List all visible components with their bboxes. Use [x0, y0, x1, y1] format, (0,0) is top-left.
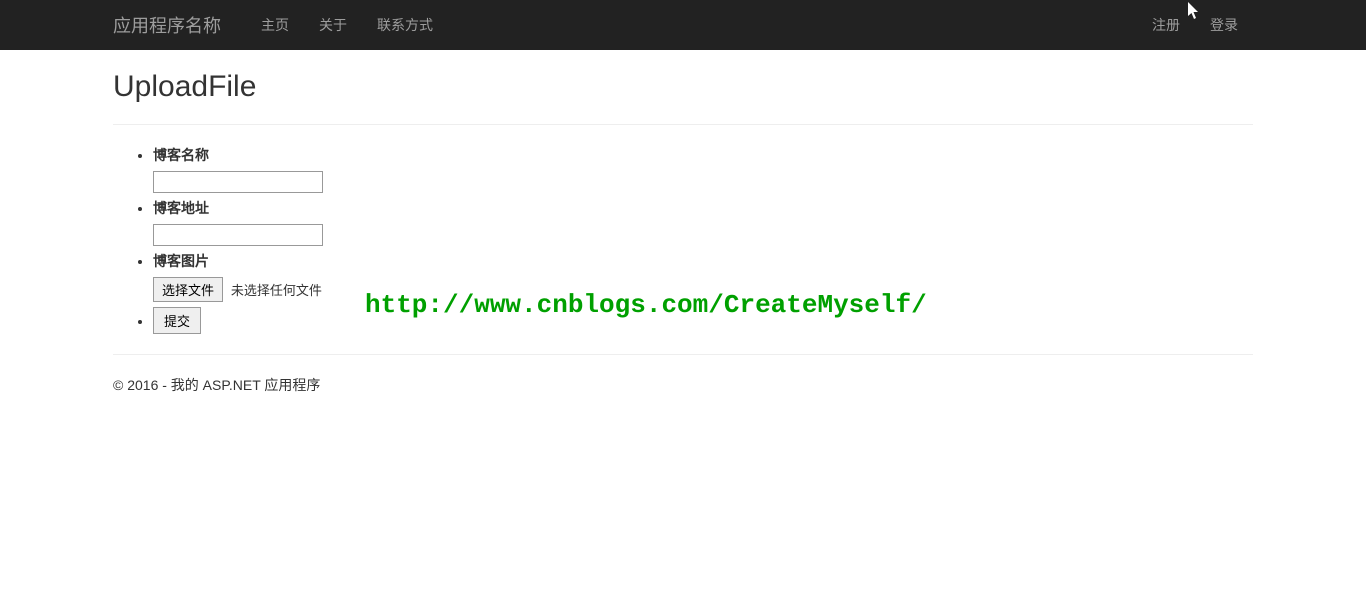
- navbar-brand[interactable]: 应用程序名称: [113, 12, 236, 38]
- footer-text: © 2016 - 我的 ASP.NET 应用程序: [113, 375, 1253, 395]
- divider-top: [113, 124, 1253, 125]
- form-item-blog-address: 博客地址: [153, 198, 1253, 246]
- blog-address-label: 博客地址: [153, 198, 1253, 219]
- footer: © 2016 - 我的 ASP.NET 应用程序: [113, 375, 1253, 415]
- nav-link-login[interactable]: 登录: [1195, 15, 1253, 35]
- choose-file-button[interactable]: 选择文件: [153, 277, 223, 302]
- divider-bottom: [113, 354, 1253, 355]
- navbar-top: 应用程序名称 主页 关于 联系方式 注册 登录: [0, 0, 1366, 50]
- page-title: UploadFile: [113, 70, 1253, 104]
- blog-image-label: 博客图片: [153, 251, 1253, 272]
- form-item-blog-name: 博客名称: [153, 145, 1253, 193]
- blog-name-label: 博客名称: [153, 145, 1253, 166]
- blog-name-input[interactable]: [153, 171, 323, 193]
- navbar-left: 应用程序名称 主页 关于 联系方式: [113, 12, 448, 38]
- blog-address-input[interactable]: [153, 224, 323, 246]
- file-status-text: 未选择任何文件: [231, 283, 322, 298]
- submit-button[interactable]: 提交: [153, 307, 201, 334]
- navbar-inner: 应用程序名称 主页 关于 联系方式 注册 登录: [98, 12, 1268, 38]
- nav-link-contact[interactable]: 联系方式: [377, 17, 433, 33]
- nav-link-home[interactable]: 主页: [261, 17, 289, 33]
- navbar-right: 注册 登录: [1137, 15, 1253, 35]
- main-container: UploadFile 博客名称 博客地址 博客图片 选择文件 未选择任何文件 提…: [98, 70, 1268, 415]
- nav-link-about[interactable]: 关于: [319, 17, 347, 33]
- nav-link-register[interactable]: 注册: [1137, 15, 1195, 35]
- navbar-nav: 主页 关于 联系方式: [246, 15, 448, 35]
- watermark-text: http://www.cnblogs.com/CreateMyself/: [365, 290, 927, 320]
